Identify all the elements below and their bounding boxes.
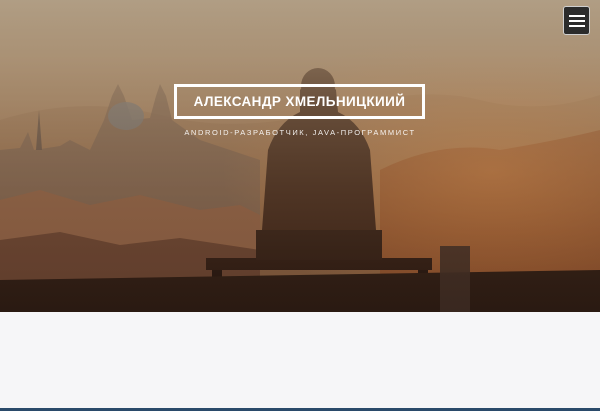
hero-title-box: АЛЕКСАНДР ХМЕЛЬНИЦКИИЙ — [174, 84, 425, 119]
hamburger-menu-icon-line — [568, 19, 585, 22]
hamburger-menu-button[interactable] — [563, 6, 590, 35]
hero-title: АЛЕКСАНДР ХМЕЛЬНИЦКИИЙ — [193, 94, 406, 109]
hero-section: АЛЕКСАНДР ХМЕЛЬНИЦКИИЙ ANDROID-РАЗРАБОТЧ… — [0, 0, 600, 312]
hamburger-menu-icon-line — [568, 14, 585, 17]
hamburger-menu-icon-line — [568, 24, 585, 27]
hero-background-photo — [0, 0, 600, 312]
hero-subtitle: ANDROID-РАЗРАБОТЧИК, JAVA-ПРОГРАММИСТ — [184, 128, 416, 137]
content-area — [0, 312, 600, 411]
